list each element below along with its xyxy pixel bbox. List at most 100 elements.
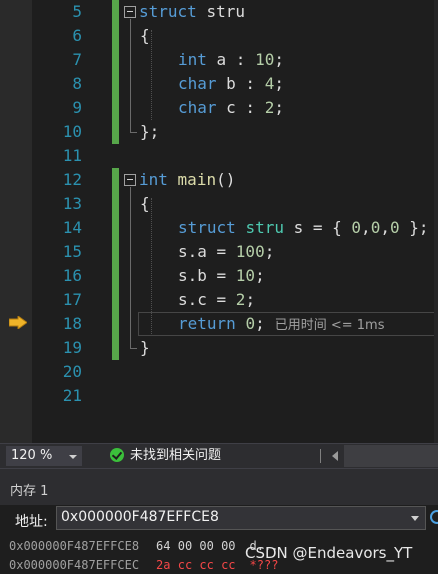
line-number: 15 xyxy=(62,242,82,261)
memory-bytes[interactable]: 2a cc cc cc xyxy=(156,558,235,572)
memory-bytes[interactable]: 64 00 00 00 xyxy=(156,539,235,553)
punctuation: , xyxy=(380,218,390,237)
code-text: c : xyxy=(216,98,265,117)
line-number: 7 xyxy=(72,50,82,69)
punctuation: ; xyxy=(274,98,284,117)
code-text: b : xyxy=(216,74,265,93)
keyword: int xyxy=(178,50,207,69)
punctuation: , xyxy=(361,218,371,237)
keyword: struct xyxy=(178,218,236,237)
code-text: s.c = xyxy=(178,290,236,309)
code-line[interactable]: { xyxy=(140,192,150,216)
chevron-down-icon xyxy=(69,455,77,459)
code-line[interactable]: s.b = 10; xyxy=(178,264,265,288)
brace: { xyxy=(140,26,150,45)
address-input[interactable]: 0x000000F487EFFCE8 xyxy=(56,506,426,530)
line-number: 21 xyxy=(62,386,82,405)
code-line[interactable]: int main() xyxy=(124,168,235,192)
code-line[interactable]: char b : 4; xyxy=(178,72,284,96)
fold-guide xyxy=(130,19,131,132)
line-number: 18 xyxy=(62,314,82,333)
chevron-down-icon[interactable] xyxy=(411,516,419,521)
memory-window: 内存 1 地址: 0x000000F487EFFCE8 0x000000F487… xyxy=(0,468,438,574)
code-text: a : xyxy=(206,50,256,69)
number-literal: 2 xyxy=(264,98,275,117)
line-number: 20 xyxy=(62,362,82,381)
number-literal: 10 xyxy=(235,266,256,285)
function-name: main xyxy=(177,170,217,189)
line-number: 10 xyxy=(62,122,82,141)
number-literal: 100 xyxy=(235,242,265,261)
keyword: int xyxy=(139,170,168,189)
code-line[interactable]: } xyxy=(140,336,150,360)
splitter-handle[interactable] xyxy=(316,449,326,463)
fold-guide-end xyxy=(130,132,137,133)
memory-row[interactable]: 0x000000F487EFFCEC 2a cc cc cc *??? xyxy=(9,556,278,574)
perf-tip[interactable]: 已用时间 <= 1ms xyxy=(275,318,385,333)
scroll-left-icon[interactable] xyxy=(332,451,338,461)
punctuation: ; xyxy=(274,74,284,93)
glyph-margin[interactable] xyxy=(0,0,32,443)
line-number: 14 xyxy=(62,218,82,237)
code-line[interactable]: }; xyxy=(140,120,159,144)
keyword: return xyxy=(178,314,236,333)
line-number: 8 xyxy=(72,74,82,93)
vertical-scrollbar[interactable] xyxy=(434,0,438,443)
line-number: 9 xyxy=(72,98,82,117)
code-editor[interactable]: 5 6 7 8 9 10 11 12 13 14 15 16 17 18 19 … xyxy=(0,0,438,443)
code-text: s = { xyxy=(283,218,352,237)
code-line[interactable]: int a : 10; xyxy=(178,48,284,72)
memory-title[interactable]: 内存 1 xyxy=(10,480,48,499)
issues-status[interactable]: 未找到相关问题 xyxy=(130,447,221,465)
memory-title-bar: 内存 1 xyxy=(0,468,438,505)
watermark: CSDN @Endeavors_YT xyxy=(245,544,413,562)
keyword: struct xyxy=(139,2,197,21)
memory-address: 0x000000F487EFFCEC xyxy=(9,558,140,572)
editor-status-strip: 120 % 未找到相关问题 xyxy=(0,443,438,468)
line-number: 19 xyxy=(62,338,82,357)
address-value[interactable]: 0x000000F487EFFCE8 xyxy=(61,509,219,525)
code-line[interactable]: s.a = 100; xyxy=(178,240,274,264)
number-literal: 0 xyxy=(370,218,381,237)
line-number: 12 xyxy=(62,170,82,189)
brace: { xyxy=(140,194,150,213)
keyword: char xyxy=(178,98,217,117)
memory-address: 0x000000F487EFFCE8 xyxy=(9,539,140,553)
change-bar xyxy=(112,168,119,360)
number-literal: 0 xyxy=(245,314,256,333)
punctuation: ; xyxy=(255,266,265,285)
fold-toggle-icon[interactable] xyxy=(124,6,136,18)
punctuation: }; xyxy=(399,218,429,237)
number-literal: 0 xyxy=(351,218,362,237)
number-literal: 2 xyxy=(235,290,246,309)
line-number-gutter: 5 6 7 8 9 10 11 12 13 14 15 16 17 18 19 … xyxy=(32,0,112,443)
brace: } xyxy=(140,338,150,357)
memory-row[interactable]: 0x000000F487EFFCE8 64 00 00 00 d... xyxy=(9,537,278,555)
line-number: 16 xyxy=(62,266,82,285)
punctuation: ; xyxy=(274,50,284,69)
address-label: 地址: xyxy=(15,514,48,530)
keyword: char xyxy=(178,74,217,93)
type-name: stru xyxy=(245,218,284,237)
fold-toggle-icon[interactable] xyxy=(124,174,136,186)
punctuation: ; xyxy=(255,314,265,333)
code-line[interactable]: return 0; 已用时间 <= 1ms xyxy=(178,312,384,336)
code-line[interactable]: struct stru s = { 0,0,0 }; xyxy=(178,216,429,240)
code-line[interactable]: { xyxy=(140,24,150,48)
punctuation: () xyxy=(216,170,236,189)
line-number: 17 xyxy=(62,290,82,309)
code-text: s.a = xyxy=(178,242,236,261)
execution-arrow-icon xyxy=(9,316,27,329)
number-literal: 0 xyxy=(389,218,400,237)
code-line[interactable]: char c : 2; xyxy=(178,96,284,120)
line-number: 6 xyxy=(72,26,82,45)
code-text: s.b = xyxy=(178,266,236,285)
code-line[interactable]: struct stru xyxy=(124,0,245,24)
punctuation: ; xyxy=(264,242,275,261)
indent-guide xyxy=(151,30,152,120)
brace: }; xyxy=(140,122,160,141)
code-line[interactable]: s.c = 2; xyxy=(178,288,255,312)
zoom-dropdown[interactable]: 120 % xyxy=(6,446,82,466)
refresh-icon[interactable] xyxy=(430,510,438,524)
horizontal-scrollbar[interactable] xyxy=(344,445,438,467)
